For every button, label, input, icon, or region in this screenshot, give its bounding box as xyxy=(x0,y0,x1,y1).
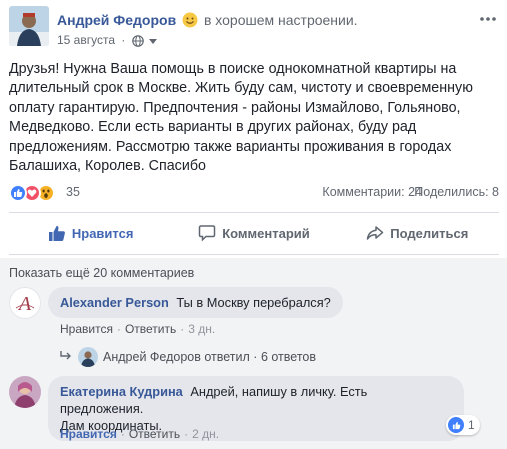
comment-reply-link[interactable]: Ответить xyxy=(129,427,180,441)
svg-text:A: A xyxy=(17,293,32,315)
shares-count[interactable]: Поделились: 8 xyxy=(414,185,499,199)
reply-count: 6 ответов xyxy=(260,350,316,364)
comments-area: Показать ещё 20 комментариев A Alexander… xyxy=(0,258,507,449)
show-more-comments-link[interactable]: Показать ещё 20 комментариев xyxy=(9,266,194,280)
post-date[interactable]: 15 августа xyxy=(57,33,115,47)
actions-separator: · xyxy=(120,427,125,441)
divider-bottom xyxy=(9,254,499,255)
reply-separator: · xyxy=(253,350,258,364)
comment-like-link[interactable]: Нравится xyxy=(60,322,113,336)
comment-bubble: Alexander Person Ты в Москву перебрался? xyxy=(48,287,343,318)
actions-separator: · xyxy=(116,322,121,336)
comment-reply-link[interactable]: Ответить xyxy=(125,322,176,336)
comment-like-badge[interactable]: 1 xyxy=(446,415,480,435)
reactions-bar: 35 Комментарии: 24 Поделились: 8 xyxy=(9,183,499,203)
like-icon xyxy=(9,184,27,202)
reply-action: ответил xyxy=(204,350,250,364)
comment-button-label: Комментарий xyxy=(222,225,310,241)
audience-caret-icon[interactable] xyxy=(149,33,158,49)
comment-like-link[interactable]: Нравится xyxy=(60,427,117,441)
comment-button[interactable]: Комментарий xyxy=(172,216,335,250)
share-button[interactable]: Поделиться xyxy=(336,216,499,250)
more-options-icon[interactable] xyxy=(477,8,499,30)
comment-icon xyxy=(198,225,216,242)
comment-actions: Нравится · Ответить · 3 дн. xyxy=(60,322,215,336)
like-button[interactable]: Нравится xyxy=(9,216,172,250)
like-icon xyxy=(448,417,464,433)
comment-actions: Нравится · Ответить · 2 дн. xyxy=(60,427,219,441)
replies-summary[interactable]: Андрей Федоров ответил · 6 ответов xyxy=(60,347,316,367)
author-name[interactable]: Андрей Федоров xyxy=(57,12,176,28)
reply-author: Андрей Федоров xyxy=(103,350,201,364)
reply-arrow-icon xyxy=(60,350,72,364)
share-icon xyxy=(367,226,384,240)
thumbs-up-icon xyxy=(48,225,65,241)
like-button-label: Нравится xyxy=(71,225,134,241)
comment-time[interactable]: 3 дн. xyxy=(188,322,215,336)
post-meta: 15 августа · xyxy=(57,32,158,51)
commenter-avatar[interactable]: A xyxy=(9,287,41,319)
comment-time[interactable]: 2 дн. xyxy=(192,427,219,441)
commenter-avatar[interactable] xyxy=(9,376,41,408)
reply-author-avatar xyxy=(78,347,98,367)
reaction-count[interactable]: 35 xyxy=(66,185,80,199)
author-avatar[interactable] xyxy=(9,6,49,46)
post-header: Андрей Федоров в хорошем настроении. 15 … xyxy=(0,0,507,54)
globe-icon[interactable] xyxy=(131,35,144,51)
comment-author[interactable]: Екатерина Кудрина xyxy=(60,384,183,399)
action-bar: Нравится Комментарий Поделиться xyxy=(9,216,499,250)
comment-author[interactable]: Alexander Person xyxy=(60,295,169,310)
share-button-label: Поделиться xyxy=(390,225,469,241)
smile-emoji-icon xyxy=(182,12,198,28)
feeling-text: в хорошем настроении. xyxy=(203,12,358,28)
post-text: Друзья! Нужна Ваша помощь в поиске однок… xyxy=(9,61,473,175)
author-line: Андрей Федоров в хорошем настроении. xyxy=(57,11,358,29)
meta-separator: · xyxy=(121,33,126,47)
actions-separator: · xyxy=(180,322,185,336)
comment-like-count: 1 xyxy=(468,418,475,432)
comments-count[interactable]: Комментарии: 24 xyxy=(322,185,422,199)
comment-text: Ты в Москву перебрался? xyxy=(176,295,331,310)
actions-separator: · xyxy=(184,427,189,441)
reaction-icons[interactable] xyxy=(9,183,55,203)
divider-top xyxy=(9,212,499,213)
